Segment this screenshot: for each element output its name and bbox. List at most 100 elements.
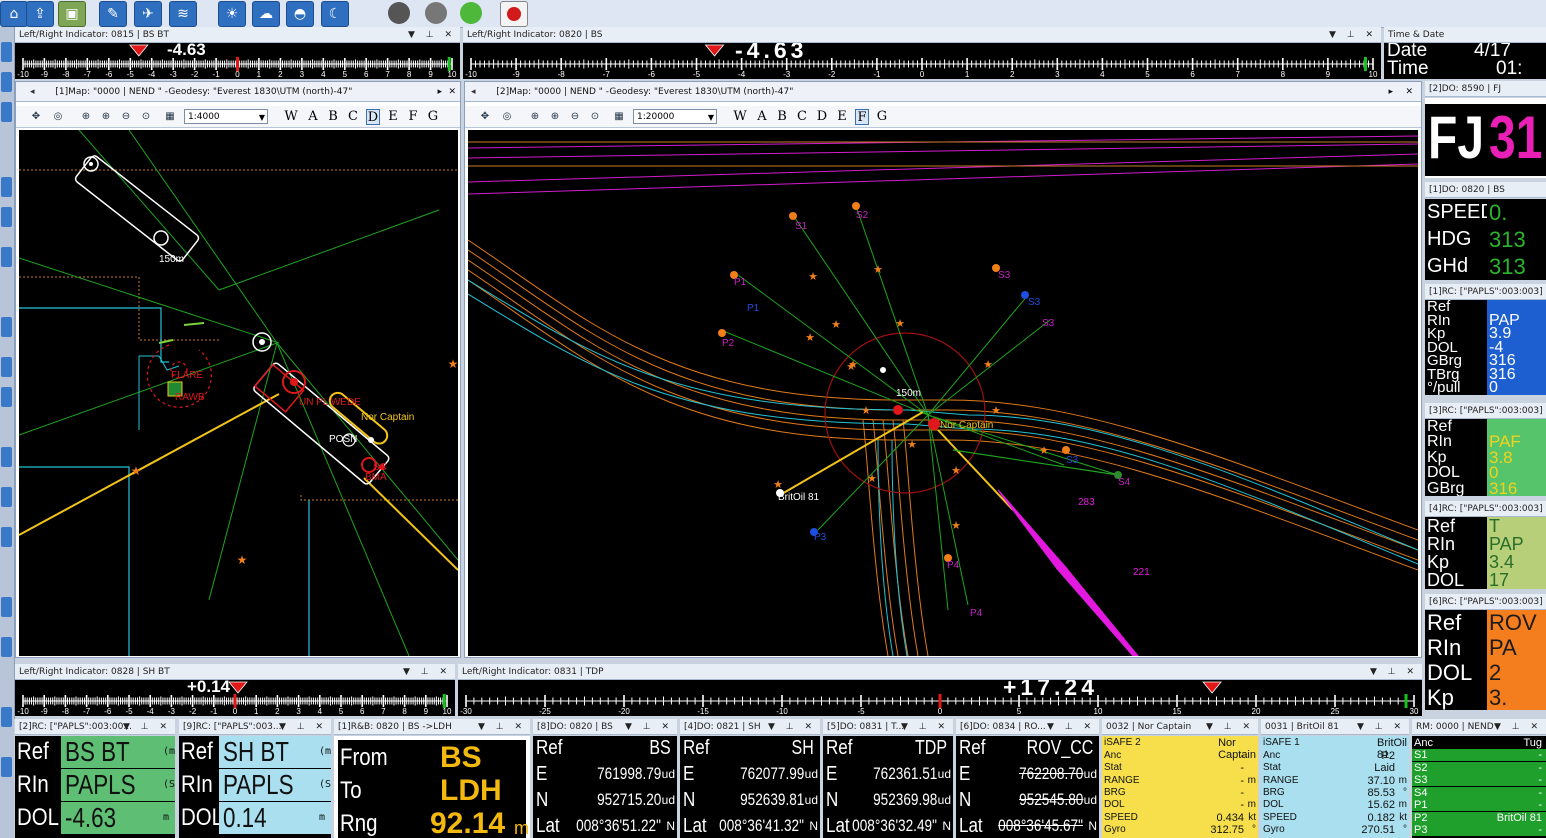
scale-select[interactable]: 1:4000 ▼: [184, 109, 268, 124]
panel-controls[interactable]: ▼ ⊥ ✕: [901, 719, 949, 734]
grid-icon[interactable]: ▦: [162, 109, 178, 125]
grid-icon[interactable]: ▦: [611, 109, 627, 125]
dock-button[interactable]: [1, 177, 12, 197]
panel-controls[interactable]: ▼ ⊥ ✕: [1370, 664, 1418, 679]
panel-controls[interactable]: ▼ ⊥ ✕: [1047, 719, 1095, 734]
scale-select[interactable]: 1:20000 ▼: [633, 109, 717, 124]
panel-controls[interactable]: ▼ ⊥ ✕: [1494, 719, 1542, 734]
tab-next-icon[interactable]: ▸: [437, 82, 442, 101]
night-icon[interactable]: ☾: [321, 1, 349, 27]
panel-controls[interactable]: ▼ ⊥ ✕: [478, 719, 526, 734]
layer-button-f[interactable]: F: [406, 109, 420, 125]
target-icon[interactable]: ◎: [50, 109, 66, 125]
pan-icon[interactable]: ✥: [477, 109, 493, 125]
dock-button[interactable]: [1, 757, 12, 777]
layer-button-g[interactable]: G: [426, 109, 440, 125]
map-tab[interactable]: ◂ [2]Map: "0000 | NEND " -Geodesy: "Ever…: [465, 82, 1421, 102]
tab-close-icon[interactable]: ✕: [448, 82, 456, 101]
zoom-extent-icon[interactable]: ⊕: [98, 109, 114, 125]
indicator-tick-label: 5: [1145, 70, 1150, 79]
pan-icon[interactable]: ✥: [28, 109, 44, 125]
layer-button-g[interactable]: G: [875, 109, 889, 125]
row-value: 762361.51: [872, 764, 937, 783]
panel-controls[interactable]: ▼ ⊥ ✕: [1206, 719, 1254, 734]
layer-button-e[interactable]: E: [835, 109, 849, 125]
zoom-in-icon[interactable]: ⊕: [78, 109, 94, 125]
row-value: 952369.98: [872, 790, 937, 809]
panel-controls[interactable]: ▼ ⊥ ✕: [123, 719, 171, 734]
panel-controls[interactable]: ▼ ⊥ ✕: [403, 664, 451, 679]
layer-button-e[interactable]: E: [386, 109, 400, 125]
dock-button[interactable]: [1, 357, 12, 377]
svg-text:★: ★: [131, 464, 142, 478]
sun-icon[interactable]: ☀: [218, 1, 246, 27]
layer-button-c[interactable]: C: [346, 109, 360, 125]
status-green-icon[interactable]: [458, 1, 484, 25]
layer-button-b[interactable]: B: [775, 109, 789, 125]
tab-next-icon[interactable]: ▸: [1388, 82, 1393, 101]
indicator-marker: [128, 44, 149, 57]
tab-prev-icon[interactable]: ◂: [30, 87, 35, 97]
status-grey-2-icon[interactable]: [423, 1, 449, 25]
dock-button[interactable]: [1, 72, 12, 92]
satellite-icon[interactable]: ✈: [134, 1, 162, 27]
zoom-out-icon[interactable]: ⊖: [118, 109, 134, 125]
range-bearing-panel: From BS To LDH Rng 92.14 m: [334, 736, 530, 838]
map-tab[interactable]: ◂ [1]Map: "0000 | NEND " -Geodesy: "Ever…: [16, 82, 460, 102]
dock-button[interactable]: [1, 317, 12, 337]
map-canvas[interactable]: ★ ★ ★ 150m FLARE RAWB UN PL WEDE Nor Captain POS…: [19, 130, 458, 656]
open-folder-icon[interactable]: ⇪: [26, 1, 54, 27]
layer-button-d[interactable]: D: [366, 109, 380, 125]
panel-controls[interactable]: ▼ ⊥ ✕: [408, 27, 456, 42]
left-right-indicator: -10 -9 -8 -7 -6 -5 -4 -3 -2 -1 0 1 2 3 4 5 6 7 8 9 10 -4.63: [15, 43, 460, 79]
zoom-extent-icon[interactable]: ⊕: [547, 109, 563, 125]
dock-button[interactable]: [1, 102, 12, 122]
save-icon[interactable]: ▣: [58, 1, 86, 27]
zoom-in-icon[interactable]: ⊕: [527, 109, 543, 125]
target-icon[interactable]: ◎: [499, 109, 515, 125]
map-canvas[interactable]: ★ ★ ★ ★ ★ ★ ★ ★ ★ ★ ★ ★ ★ ★ ★ ★ S1 S2 P1 P1 P2 S3 S3 S3 P3 P4 P4 S4…: [468, 130, 1418, 656]
tab-close-icon[interactable]: ✕: [1405, 82, 1413, 101]
dock-button[interactable]: [1, 637, 12, 657]
layer-button-b[interactable]: B: [326, 109, 340, 125]
panel-controls[interactable]: ▼ ⊥ ✕: [279, 719, 327, 734]
panel-controls[interactable]: ▼ ⊥ ✕: [625, 719, 673, 734]
row-unit: ud: [1083, 767, 1097, 781]
wifi-icon[interactable]: ≋: [169, 1, 197, 27]
panel-controls[interactable]: ▼ ⊥ ✕: [1357, 719, 1405, 734]
layer-button-f[interactable]: F: [855, 109, 869, 125]
panel-controls[interactable]: ▼ ⊥ ✕: [768, 719, 816, 734]
dock-button[interactable]: [1, 527, 12, 547]
layer-button-w[interactable]: W: [733, 109, 747, 125]
dock-button[interactable]: [1, 597, 12, 617]
dock-button[interactable]: [1, 487, 12, 507]
record-icon[interactable]: [500, 1, 528, 27]
tab-prev-icon[interactable]: ◂: [471, 87, 476, 97]
row-unit: ud: [804, 767, 818, 781]
panel-controls[interactable]: ▼ ⊥ ✕: [1329, 27, 1377, 42]
dock-button[interactable]: [1, 207, 12, 227]
zoom-out-icon[interactable]: ⊖: [567, 109, 583, 125]
layer-button-d[interactable]: D: [815, 109, 829, 125]
home-icon[interactable]: ⌂: [0, 1, 28, 27]
dock-button[interactable]: [1, 42, 12, 62]
layer-button-a[interactable]: A: [755, 109, 769, 125]
row-value: ROV_CC: [1026, 737, 1093, 759]
zoom-window-icon[interactable]: ⊙: [587, 109, 603, 125]
indicator-tick-label: -3: [783, 70, 791, 79]
indicator-tick-label: -15: [697, 707, 709, 716]
dock-button[interactable]: [1, 247, 12, 267]
zoom-window-icon[interactable]: ⊙: [138, 109, 154, 125]
tool-icon[interactable]: ✎: [99, 1, 127, 27]
layer-button-a[interactable]: A: [306, 109, 320, 125]
dock-button[interactable]: [1, 707, 12, 727]
sunrise-icon[interactable]: ◓: [286, 1, 314, 27]
route-calc-panel: Ref BS BT (mc) RIn PAPLS (S) DOL-4.63 m: [15, 736, 175, 838]
layer-button-c[interactable]: C: [795, 109, 809, 125]
cloud-icon[interactable]: ☁: [252, 1, 280, 27]
map-label: P4: [947, 560, 960, 571]
layer-button-w[interactable]: W: [284, 109, 298, 125]
dock-button[interactable]: [1, 387, 12, 407]
dock-button[interactable]: [1, 447, 12, 467]
status-grey-1-icon[interactable]: [386, 1, 412, 25]
